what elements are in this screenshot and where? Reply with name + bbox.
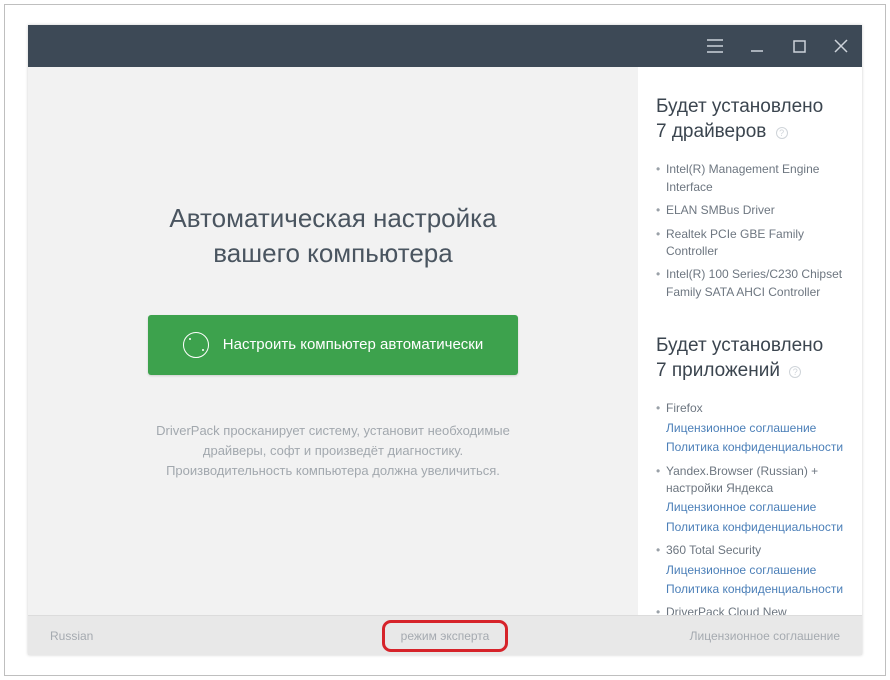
- screenshot-frame: Автоматическая настройка вашего компьюте…: [4, 4, 886, 676]
- privacy-link[interactable]: Политика конфиденциальности: [666, 517, 844, 536]
- apps-heading-l1: Будет установлено: [656, 335, 823, 356]
- menu-button[interactable]: [694, 25, 736, 67]
- headline-line1: Автоматическая настройка: [169, 203, 496, 233]
- apps-heading-l2: 7 приложений: [656, 360, 780, 381]
- desc-line2: драйверы, софт и произведёт диагностику.: [203, 443, 463, 458]
- language-selector[interactable]: Russian: [50, 629, 93, 643]
- headline-line2: вашего компьютера: [213, 238, 452, 268]
- help-icon[interactable]: ?: [776, 127, 788, 139]
- driver-item: Intel(R) 100 Series/C230 Chipset Family …: [656, 263, 844, 304]
- close-icon: [834, 39, 848, 53]
- wand-icon: [183, 332, 209, 358]
- titlebar: [28, 25, 862, 67]
- app-item: 360 Total Security Лицензионное соглашен…: [656, 539, 844, 601]
- content-area: Автоматическая настройка вашего компьюте…: [28, 67, 862, 615]
- license-link[interactable]: Лицензионное соглашение: [666, 497, 844, 516]
- privacy-link[interactable]: Политика конфиденциальности: [666, 437, 844, 456]
- configure-auto-button[interactable]: Настроить компьютер автоматически: [148, 315, 518, 375]
- minimize-icon: [750, 39, 764, 53]
- maximize-button[interactable]: [778, 25, 820, 67]
- license-link[interactable]: Лицензионное соглашение: [666, 560, 844, 579]
- help-icon[interactable]: ?: [789, 366, 801, 378]
- headline: Автоматическая настройка вашего компьюте…: [169, 201, 496, 271]
- app-item: Firefox Лицензионное соглашение Политика…: [656, 397, 844, 459]
- drivers-heading: Будет установлено 7 драйверов ?: [656, 95, 844, 144]
- drivers-list: Intel(R) Management Engine Interface ELA…: [656, 158, 844, 304]
- hamburger-icon: [707, 39, 723, 53]
- apps-list: Firefox Лицензионное соглашение Политика…: [656, 397, 844, 615]
- privacy-link[interactable]: Политика конфиденциальности: [666, 579, 844, 598]
- sidebar: Будет установлено 7 драйверов ? Intel(R)…: [638, 67, 862, 615]
- close-button[interactable]: [820, 25, 862, 67]
- desc-line1: DriverPack просканирует систему, установ…: [156, 423, 510, 438]
- expert-mode-link[interactable]: режим эксперта: [389, 623, 502, 649]
- app-name: Yandex.Browser (Russian) + настройки Янд…: [666, 463, 844, 498]
- driver-item: Realtek PCIe GBE Family Controller: [656, 223, 844, 264]
- main-panel: Автоматическая настройка вашего компьюте…: [28, 67, 638, 615]
- app-item: Yandex.Browser (Russian) + настройки Янд…: [656, 460, 844, 540]
- footer-license-link[interactable]: Лицензионное соглашение: [690, 629, 840, 643]
- app-window: Автоматическая настройка вашего компьюте…: [28, 25, 862, 655]
- license-link[interactable]: Лицензионное соглашение: [666, 418, 844, 437]
- description: DriverPack просканирует систему, установ…: [156, 421, 510, 481]
- app-name: 360 Total Security: [666, 542, 844, 559]
- desc-line3: Производительность компьютера должна уве…: [166, 463, 500, 478]
- drivers-heading-l1: Будет установлено: [656, 96, 823, 117]
- app-item: DriverPack Cloud New: [656, 601, 844, 615]
- app-name: DriverPack Cloud New: [666, 604, 844, 615]
- app-name: Firefox: [666, 400, 844, 417]
- configure-auto-label: Настроить компьютер автоматически: [223, 336, 483, 353]
- maximize-icon: [793, 40, 806, 53]
- driver-item: Intel(R) Management Engine Interface: [656, 158, 844, 199]
- drivers-heading-l2: 7 драйверов: [656, 121, 766, 142]
- footer: Russian режим эксперта Лицензионное согл…: [28, 615, 862, 655]
- driver-item: ELAN SMBus Driver: [656, 199, 844, 222]
- minimize-button[interactable]: [736, 25, 778, 67]
- apps-heading: Будет установлено 7 приложений ?: [656, 334, 844, 383]
